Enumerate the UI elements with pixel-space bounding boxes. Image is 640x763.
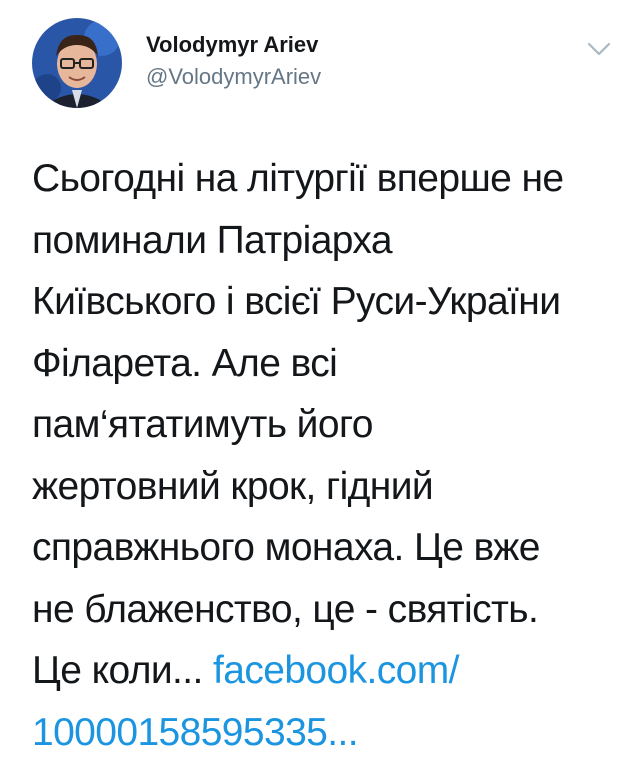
tweet-text: Сьогодні на літургії вперше не поминали …	[32, 148, 622, 763]
tweet-link[interactable]: facebook.com/	[213, 649, 459, 692]
author-handle[interactable]: @VolodymyrAriev	[146, 64, 321, 90]
tweet-line: пам‘ятатимуть його	[32, 394, 622, 456]
tweet-line: справжнього монаха. Це вже	[32, 517, 622, 579]
tweet-line: поминали Патріарха	[32, 210, 622, 272]
tweet-link-continued-text[interactable]: 10000158595335...	[32, 711, 358, 754]
tweet-line: Сьогодні на літургії вперше не	[32, 148, 622, 210]
chevron-down-icon[interactable]	[584, 34, 614, 64]
tweet-line: не блаженство, це - святість.	[32, 579, 622, 641]
avatar[interactable]	[32, 18, 122, 108]
tweet-link-continued: 10000158595335...	[32, 702, 622, 763]
tweet-line: Філарета. Але всі	[32, 333, 622, 395]
tweet-line: Київського і всієї Руси-України	[32, 271, 622, 333]
profile-photo-icon	[32, 18, 122, 108]
tweet-line: жертовний крок, гідний	[32, 456, 622, 518]
author-display-name[interactable]: Volodymyr Ariev	[146, 32, 318, 58]
tweet-line-with-link: Це коли... facebook.com/	[32, 640, 622, 702]
tweet-text-fragment: Це коли...	[32, 649, 213, 692]
